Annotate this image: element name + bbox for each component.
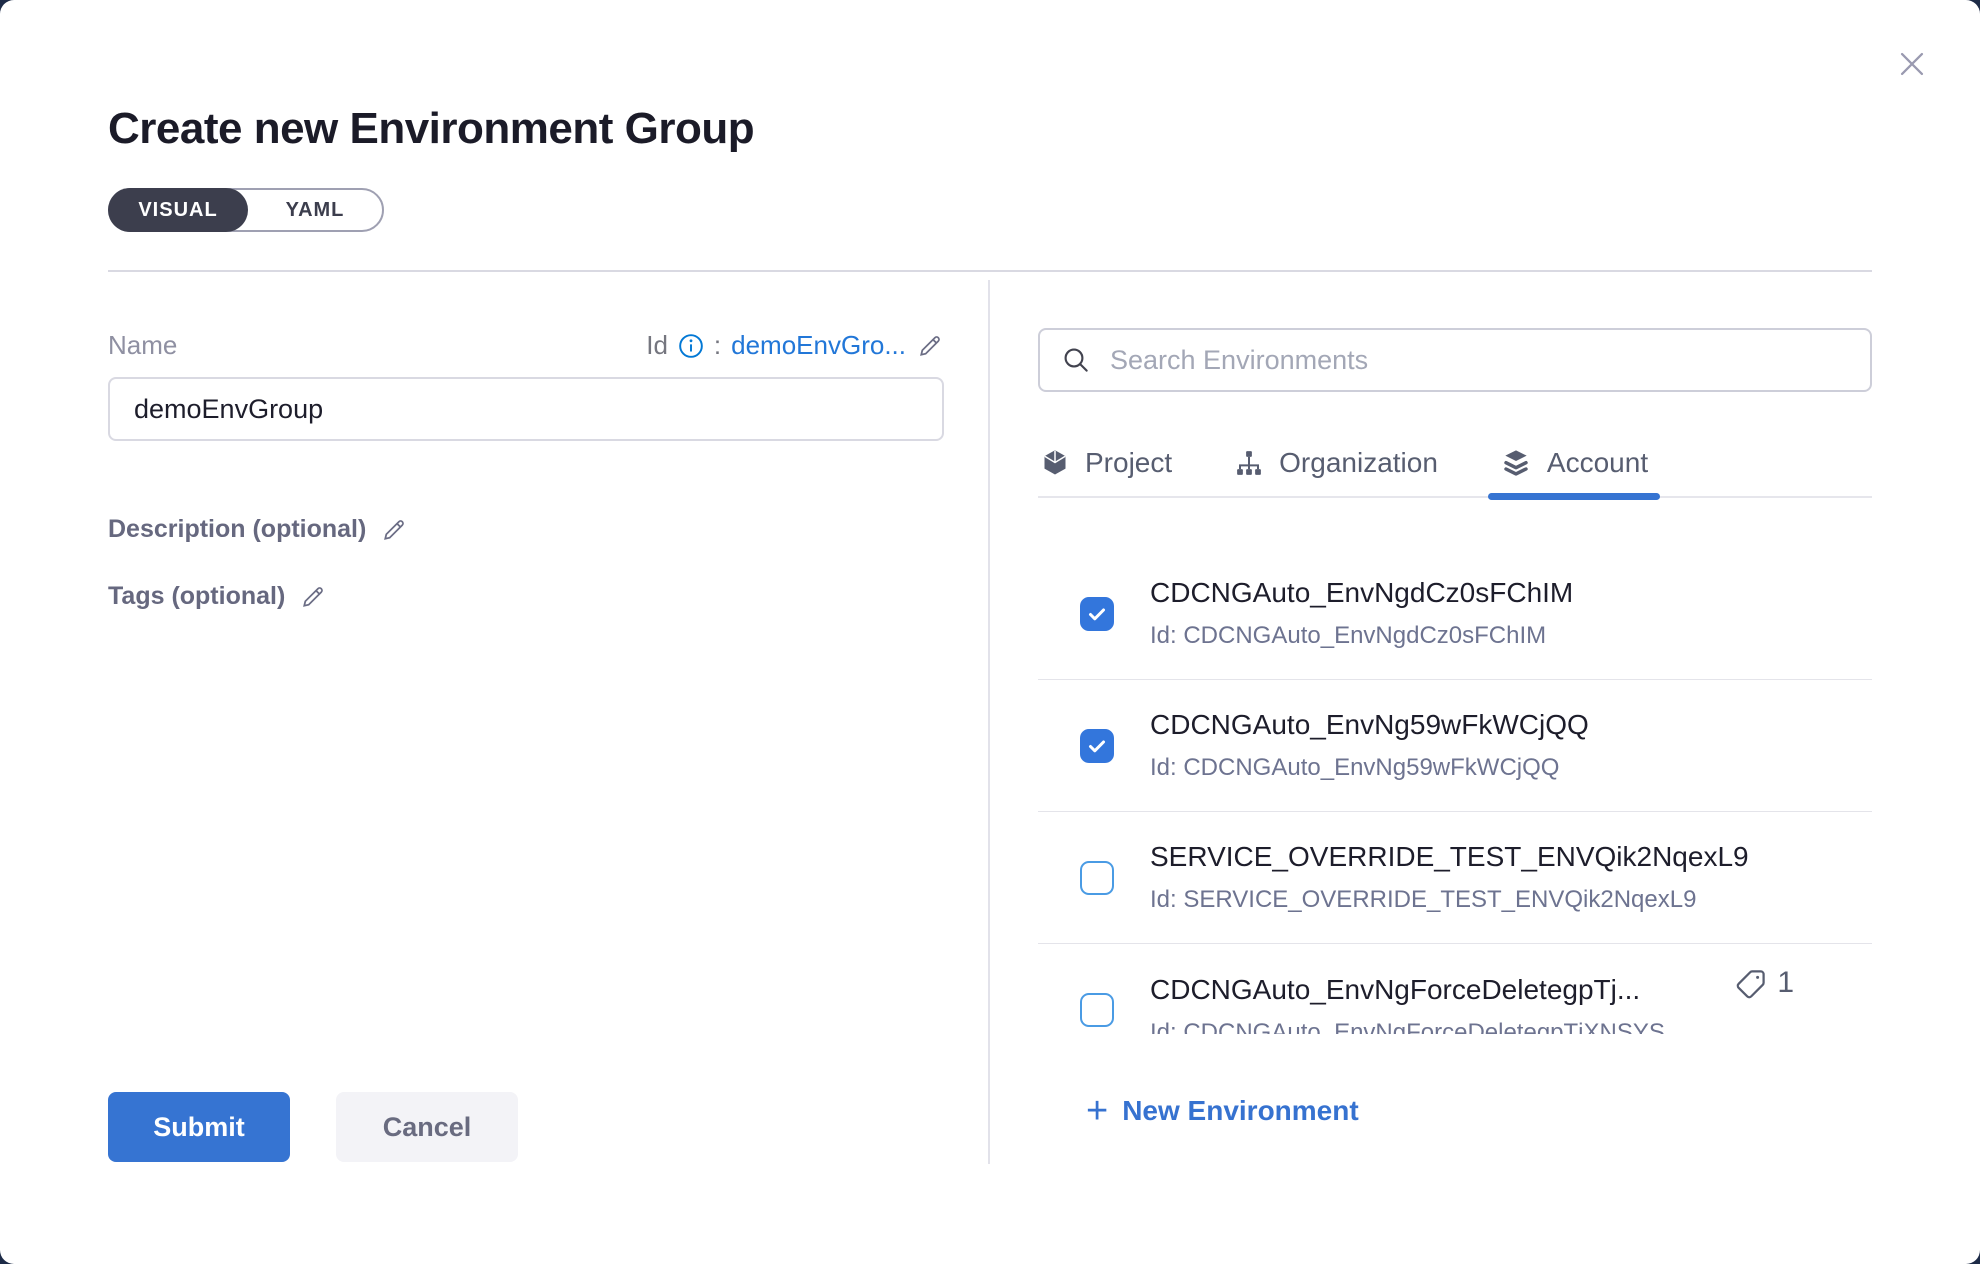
id-colon: :	[714, 330, 721, 361]
tag-icon	[1733, 966, 1769, 1002]
environments-panel: Project Organization Account	[1038, 280, 1872, 1264]
environment-row[interactable]: SERVICE_OVERRIDE_TEST_ENVQik2NqexL9 Id: …	[1038, 812, 1872, 944]
edit-description-icon[interactable]	[380, 516, 408, 544]
environment-checkbox[interactable]	[1080, 597, 1114, 631]
tags-label: Tags (optional)	[108, 582, 285, 611]
name-label: Name	[108, 330, 177, 361]
entity-id-group: Id : demoEnvGro...	[646, 330, 944, 361]
create-environment-group-modal: Create new Environment Group VISUAL YAML…	[0, 0, 1980, 1264]
cube-icon	[1040, 448, 1070, 478]
sitemap-icon	[1234, 448, 1264, 478]
environment-id: Id: CDCNGAuto_EnvNgForceDeletegpTjXNSYS	[1150, 1019, 1665, 1035]
cancel-button[interactable]: Cancel	[336, 1092, 518, 1162]
environment-name: CDCNGAuto_EnvNg59wFkWCjQQ	[1150, 709, 1589, 741]
search-environments-input[interactable]	[1108, 344, 1850, 377]
search-box	[1038, 328, 1872, 392]
tag-badge: 1	[1733, 966, 1794, 1002]
new-environment-label: New Environment	[1122, 1095, 1358, 1127]
scope-tabs: Project Organization Account	[1038, 430, 1872, 498]
toggle-visual[interactable]: VISUAL	[108, 188, 248, 232]
id-label: Id	[646, 330, 668, 361]
environment-row[interactable]: CDCNGAuto_EnvNgdCz0sFChIM Id: CDCNGAuto_…	[1038, 548, 1872, 680]
toggle-yaml[interactable]: YAML	[248, 190, 382, 230]
page-title: Create new Environment Group	[108, 104, 1872, 154]
close-icon	[1895, 47, 1929, 81]
environment-id: Id: SERVICE_OVERRIDE_TEST_ENVQik2NqexL9	[1150, 886, 1749, 914]
header-divider	[108, 270, 1872, 272]
description-label: Description (optional)	[108, 515, 366, 544]
environment-row[interactable]: CDCNGAuto_EnvNgForceDeletegpTj... Id: CD…	[1038, 944, 1872, 1034]
environment-row[interactable]: CDCNGAuto_EnvNg59wFkWCjQQ Id: CDCNGAuto_…	[1038, 680, 1872, 812]
info-icon[interactable]	[678, 333, 704, 359]
tag-count: 1	[1777, 966, 1794, 1000]
environment-checkbox[interactable]	[1080, 861, 1114, 895]
environment-id: Id: CDCNGAuto_EnvNg59wFkWCjQQ	[1150, 754, 1589, 782]
tab-project[interactable]: Project	[1038, 430, 1174, 496]
environment-name: SERVICE_OVERRIDE_TEST_ENVQik2NqexL9	[1150, 841, 1749, 873]
visual-yaml-toggle: VISUAL YAML	[108, 188, 384, 232]
submit-button[interactable]: Submit	[108, 1092, 290, 1162]
search-icon	[1060, 344, 1092, 376]
edit-tags-icon[interactable]	[299, 583, 327, 611]
panel-divider	[988, 280, 990, 1164]
tab-organization[interactable]: Organization	[1232, 430, 1440, 496]
environment-name: CDCNGAuto_EnvNgdCz0sFChIM	[1150, 577, 1573, 609]
tab-account[interactable]: Account	[1498, 430, 1650, 496]
layers-icon	[1500, 447, 1532, 479]
environment-id: Id: CDCNGAuto_EnvNgdCz0sFChIM	[1150, 622, 1573, 650]
close-button[interactable]	[1890, 42, 1934, 86]
environment-checkbox[interactable]	[1080, 993, 1114, 1027]
name-input[interactable]	[108, 377, 944, 441]
form-panel: Name Id : demoEnvGro... Description (opt…	[108, 280, 944, 1264]
environment-checkbox[interactable]	[1080, 729, 1114, 763]
environment-list: CDCNGAuto_EnvNgdCz0sFChIM Id: CDCNGAuto_…	[1038, 498, 1872, 1034]
edit-id-icon[interactable]	[916, 332, 944, 360]
environment-name: CDCNGAuto_EnvNgForceDeletegpTj...	[1150, 974, 1665, 1006]
active-tab-underline	[1488, 493, 1660, 500]
new-environment-button[interactable]: + New Environment	[1086, 1092, 1359, 1130]
plus-icon: +	[1086, 1092, 1108, 1130]
id-value-link[interactable]: demoEnvGro...	[731, 330, 906, 361]
